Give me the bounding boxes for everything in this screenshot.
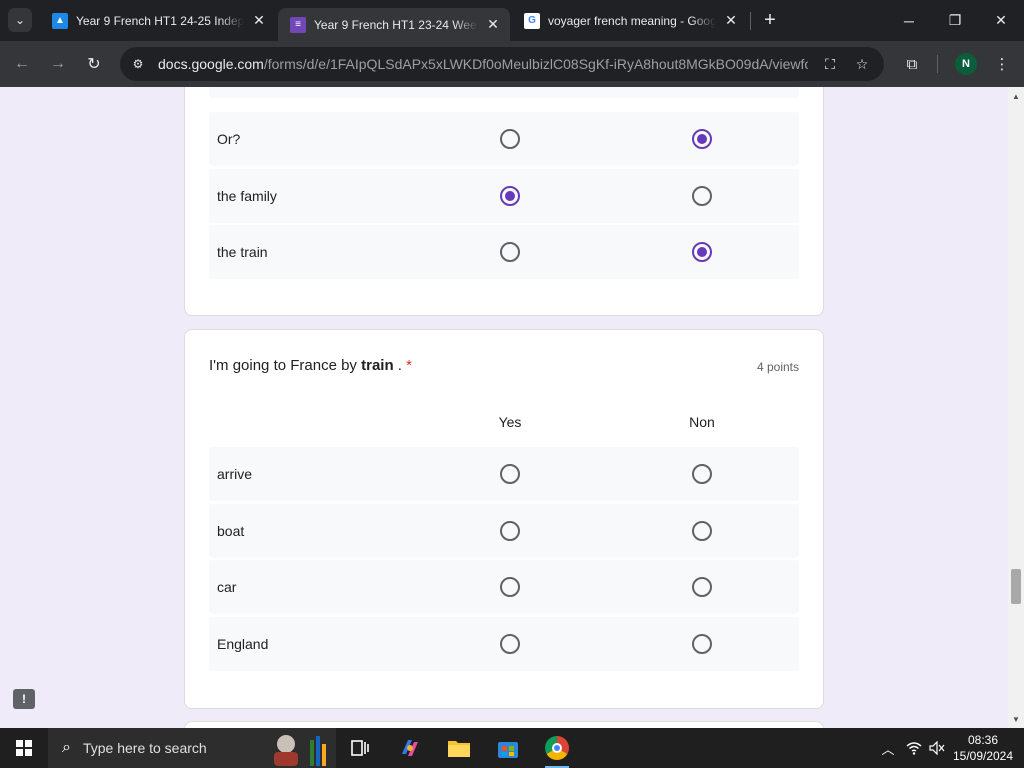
grid-row: England [209, 617, 799, 671]
url-text[interactable]: docs.google.com/forms/d/e/1FAIpQLSdAPx5x… [158, 56, 808, 72]
question-title-suffix: . [393, 357, 402, 374]
tab-google-search[interactable]: G voyager french meaning - Google ✕ [512, 0, 748, 41]
clock-date: 15/09/2024 [952, 749, 1014, 763]
radio-yes[interactable] [500, 577, 520, 597]
radio-yes[interactable] [500, 186, 520, 206]
points-label: 4 points [756, 360, 799, 374]
back-arrow-icon[interactable]: ← [8, 50, 36, 78]
taskbar-search-box[interactable]: ⌕ Type here to search [48, 728, 336, 768]
question-title: I'm going to France by train . * [209, 357, 412, 374]
radio-yes[interactable] [500, 464, 520, 484]
tab-classroom[interactable]: ▲ Year 9 French HT1 24-25 Independent ✕ [40, 0, 276, 41]
grid-row: arrive [209, 447, 799, 501]
question-card-next [184, 721, 824, 728]
reload-icon[interactable]: ↻ [80, 50, 108, 78]
question-title-text: I'm going to France by [209, 357, 362, 374]
classroom-icon: ▲ [52, 12, 68, 29]
close-tab-icon[interactable]: ✕ [250, 12, 268, 30]
restore-icon[interactable]: ❐ [932, 0, 978, 41]
wifi-icon[interactable] [903, 728, 925, 768]
minimize-icon[interactable]: ─ [886, 0, 932, 41]
file-explorer-icon[interactable] [439, 732, 479, 764]
search-highlight-illustration-icon [274, 735, 326, 766]
radio-non[interactable] [692, 634, 712, 654]
row-label: car [217, 579, 237, 595]
radio-non[interactable] [692, 464, 712, 484]
forward-arrow-icon[interactable]: → [44, 50, 72, 78]
row-label: the family [217, 188, 277, 204]
search-icon: ⌕ [62, 739, 71, 756]
row-label: the train [217, 244, 268, 260]
tab-title: Year 9 French HT1 23-24 Week 1 [314, 17, 478, 32]
task-view-icon[interactable] [340, 732, 380, 764]
page-scrollbar[interactable]: ▲ ▼ [1008, 87, 1024, 728]
radio-non[interactable] [692, 577, 712, 597]
column-header-yes: Yes [498, 414, 522, 430]
url-host: docs.google.com [158, 56, 264, 72]
feedback-icon[interactable]: ! [13, 689, 35, 709]
required-asterisk: * [406, 357, 412, 374]
radio-non[interactable] [692, 186, 712, 206]
row-label: arrive [217, 466, 253, 482]
grid-row: Or? [209, 112, 799, 166]
tab-title: voyager french meaning - Google [548, 13, 716, 28]
grid-row: the family [209, 169, 799, 223]
grid-row: boat [209, 504, 799, 558]
row-label: England [217, 636, 269, 652]
forms-icon: ≡ [290, 16, 306, 33]
radio-yes[interactable] [500, 634, 520, 654]
tab-forms-active[interactable]: ≡ Year 9 French HT1 23-24 Week 1 ✕ [278, 8, 510, 41]
browser-toolbar: ← → ↻ ⚙ docs.google.com/forms/d/e/1FAIpQ… [0, 41, 1024, 87]
copilot-icon[interactable] [390, 732, 430, 764]
scrollbar-thumb[interactable] [1011, 569, 1021, 604]
show-hidden-icons-chevron-icon[interactable]: ︿ [878, 728, 898, 768]
new-tab-plus-icon[interactable]: + [758, 8, 782, 32]
close-tab-icon[interactable]: ✕ [484, 16, 502, 34]
browser-tab-bar: ⌄ ▲ Year 9 French HT1 24-25 Independent … [0, 0, 1024, 41]
row-label: boat [217, 523, 245, 539]
scroll-up-arrow-icon[interactable]: ▲ [1008, 89, 1024, 103]
bookmark-star-icon[interactable]: ☆ [850, 52, 874, 76]
browser-menu-icon[interactable]: ⋮ [988, 50, 1016, 78]
extensions-puzzle-icon[interactable]: ⧉ [898, 50, 926, 78]
google-icon: G [524, 12, 540, 29]
row-label: Or? [217, 131, 241, 147]
translate-icon[interactable]: ⛶ [818, 52, 842, 76]
page-viewport: Or? the family the train I'm going to Fr… [0, 87, 1008, 728]
clock-time: 08:36 [967, 733, 999, 747]
chrome-icon[interactable] [537, 732, 577, 768]
question-card-previous: Or? the family the train [184, 87, 824, 316]
radio-yes[interactable] [500, 242, 520, 262]
question-card: I'm going to France by train . * 4 point… [184, 329, 824, 709]
question-title-bold: train [361, 357, 394, 374]
grid-row: car [209, 560, 799, 614]
radio-yes[interactable] [500, 521, 520, 541]
column-header-non: Non [689, 414, 715, 430]
microsoft-store-icon[interactable] [488, 732, 528, 764]
radio-non[interactable] [692, 129, 712, 149]
site-settings-icon[interactable]: ⚙ [126, 52, 150, 76]
radio-non[interactable] [692, 521, 712, 541]
search-placeholder: Type here to search [82, 740, 207, 756]
radio-yes[interactable] [500, 129, 520, 149]
grid-row [209, 87, 799, 98]
close-tab-icon[interactable]: ✕ [722, 12, 740, 30]
profile-avatar[interactable]: N [955, 53, 977, 75]
url-path: /forms/d/e/1FAIpQLSdAPx5xLWKDf0oMeulbizl… [263, 56, 808, 72]
windows-taskbar: ⌕ Type here to search ︿ 08:36 15/09/2024 [0, 728, 1024, 768]
close-window-icon[interactable]: ✕ [978, 0, 1024, 41]
speaker-muted-icon[interactable] [926, 728, 948, 768]
radio-non[interactable] [692, 242, 712, 262]
windows-start-icon[interactable] [0, 728, 48, 768]
tab-title: Year 9 French HT1 24-25 Independent [76, 13, 244, 28]
address-bar[interactable]: ⚙ docs.google.com/forms/d/e/1FAIpQLSdAPx… [120, 47, 884, 81]
grid-row: the train [209, 225, 799, 279]
tab-separator [750, 12, 751, 30]
scroll-down-arrow-icon[interactable]: ▼ [1008, 712, 1024, 726]
system-clock[interactable]: 08:36 15/09/2024 [950, 732, 1016, 764]
toolbar-divider [937, 55, 938, 73]
tab-search-chevron-icon[interactable]: ⌄ [8, 8, 32, 32]
